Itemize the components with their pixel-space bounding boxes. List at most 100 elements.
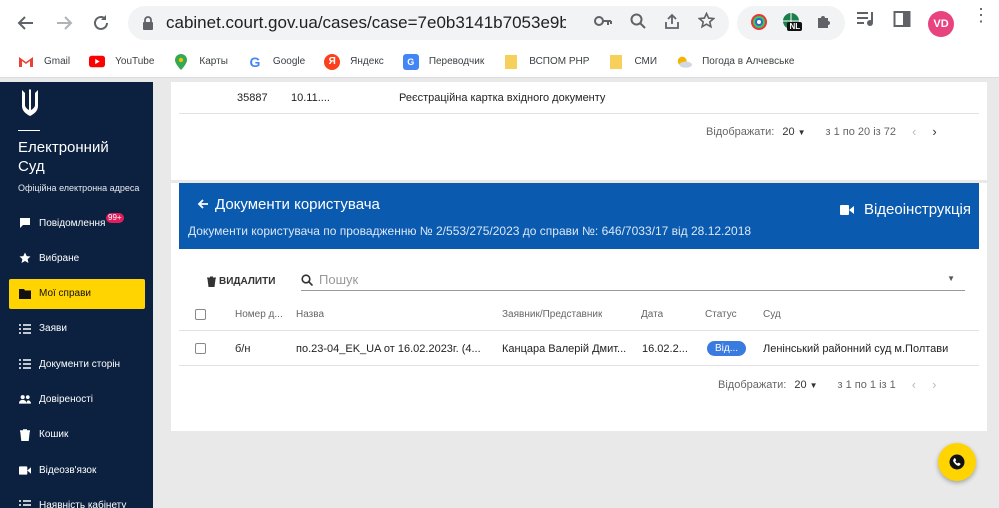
trash-icon <box>19 429 31 441</box>
call-button[interactable] <box>938 443 976 481</box>
delete-label: ВИДАЛИТИ <box>219 275 276 287</box>
brand-title-line: Суд <box>18 158 45 175</box>
sidebar-item-label: Наявність кабінету <box>39 499 127 508</box>
sidebar-item-notifications[interactable]: Повідомлення 99+ <box>9 208 145 238</box>
gmail-icon <box>18 54 34 70</box>
forward-icon[interactable] <box>48 7 80 39</box>
share-icon[interactable] <box>664 13 680 34</box>
incoming-documents-card: 35887 10.11.... Реєстраційна картка вхід… <box>171 82 987 180</box>
key-icon[interactable] <box>594 14 612 32</box>
sidebar-item-powers-of-attorney[interactable]: Довіреності <box>9 384 145 414</box>
column-date[interactable]: Дата <box>641 299 663 330</box>
folder-icon <box>503 54 519 70</box>
row-checkbox[interactable] <box>195 332 206 365</box>
table-header: Номер д... Назва Заявник/Представник Дат… <box>179 299 979 331</box>
row-date: 10.11.... <box>291 91 330 104</box>
per-page-select[interactable]: 20 ▼ <box>782 126 805 138</box>
video-instruction-button[interactable]: Відеоінструкція <box>839 201 971 218</box>
menu-icon[interactable]: ⋮ <box>972 6 990 24</box>
column-number[interactable]: Номер д... <box>235 299 283 330</box>
sidebar-item-trash[interactable]: Кошик <box>9 420 145 450</box>
search-icon <box>301 273 313 286</box>
sidebar-item-label: Заяви <box>39 323 67 335</box>
sidebar-item-favorites[interactable]: Вибране <box>9 243 145 273</box>
column-court[interactable]: Суд <box>763 299 781 330</box>
column-applicant[interactable]: Заявник/Представник <box>502 299 602 330</box>
list-icon <box>19 499 31 508</box>
per-page-select[interactable]: 20 ▼ <box>794 379 817 391</box>
bookmark-weather[interactable]: Погода в Алчевське <box>676 54 794 70</box>
sidebar-item-label: Повідомлення <box>39 217 106 229</box>
select-all-checkbox[interactable] <box>195 299 206 330</box>
column-status[interactable]: Статус <box>705 299 737 330</box>
address-bar[interactable]: cabinet.court.gov.ua/cases/case=7e0b3141… <box>128 6 729 40</box>
cell-date: 16.02.2... <box>642 342 688 355</box>
bookmark-star-icon[interactable] <box>697 11 716 34</box>
bookmark-vspom[interactable]: ВСПОМ PHP <box>503 54 589 70</box>
status-badge[interactable]: Від... <box>707 341 747 356</box>
documents-title-text: Документи користувача <box>215 196 380 213</box>
brand-title[interactable]: Електронний Суд <box>18 138 109 176</box>
search-input[interactable] <box>319 272 919 287</box>
page-range: з 1 по 1 із 1 <box>837 378 896 391</box>
sidebar-item-applications[interactable]: Заяви <box>9 314 145 344</box>
prev-page-icon[interactable]: ‹ <box>912 124 916 139</box>
ext-badge: NL <box>787 21 803 31</box>
documents-toolbar: ВИДАЛИТИ ▼ <box>207 271 965 291</box>
per-page-label: Відображати: <box>706 125 775 138</box>
sidebar-item-label: Кошик <box>39 429 69 441</box>
zoom-icon[interactable] <box>630 13 646 34</box>
media-icon[interactable] <box>856 10 876 33</box>
table-row[interactable]: 35887 10.11.... Реєстраційна картка вхід… <box>179 82 979 114</box>
trident-logo-icon <box>22 89 38 116</box>
table-row[interactable]: б/н по.23-04_EK_UA от 16.02.2023г. (4...… <box>179 332 979 366</box>
phone-icon <box>949 454 965 470</box>
checkbox-icon <box>195 309 206 320</box>
bookmark-google[interactable]: G Google <box>247 54 305 70</box>
back-icon[interactable] <box>10 7 42 39</box>
sidebar-item-my-cases[interactable]: Мої справи <box>9 278 145 309</box>
profile-avatar[interactable]: VD <box>928 11 954 37</box>
folder-icon <box>19 288 31 300</box>
extensions-puzzle-icon[interactable] <box>815 13 832 33</box>
url-text[interactable]: cabinet.court.gov.ua/cases/case=7e0b3141… <box>166 13 566 33</box>
pagination: Відображати: 20 ▼ з 1 по 1 із 1 ‹ › <box>718 377 936 392</box>
google-icon: G <box>249 53 261 70</box>
side-panel-icon[interactable] <box>893 10 911 33</box>
cell-name[interactable]: по.23-04_EK_UA от 16.02.2023г. (4... <box>296 332 496 365</box>
bookmark-label: Карты <box>199 56 228 67</box>
folder-icon <box>608 54 624 70</box>
bookmark-gmail[interactable]: Gmail <box>18 54 70 70</box>
video-icon <box>19 464 31 476</box>
sidebar-item-video-call[interactable]: Відеозв'язок <box>9 455 145 485</box>
bookmark-label: Gmail <box>44 56 71 67</box>
color-extension-icon[interactable] <box>750 13 768 34</box>
lock-icon <box>143 16 153 30</box>
bookmark-smi[interactable]: СМИ <box>608 54 657 70</box>
bookmark-label: Переводчик <box>428 56 485 67</box>
search-field: ▼ <box>301 269 965 291</box>
prev-page-icon[interactable]: ‹ <box>912 377 916 392</box>
bookmark-translate[interactable]: G Переводчик <box>402 53 485 70</box>
bookmark-yandex[interactable]: Я Яндекс <box>324 53 384 70</box>
caret-down-icon[interactable]: ▼ <box>947 274 955 283</box>
vpn-extension-icon[interactable]: NL <box>781 12 803 35</box>
cell-number: б/н <box>235 342 251 355</box>
sidebar-item-label: Відеозв'язок <box>39 464 97 476</box>
sidebar: Електронний Суд Офіційна електронна адре… <box>0 82 153 508</box>
delete-button[interactable]: ВИДАЛИТИ <box>207 276 275 287</box>
sidebar-item-cabinet-availability[interactable]: Наявність кабінету <box>9 490 145 508</box>
column-name[interactable]: Назва <box>296 299 324 330</box>
bookmark-label: YouTube <box>115 56 155 67</box>
sidebar-item-party-documents[interactable]: Документи сторін <box>9 349 145 379</box>
reload-icon[interactable] <box>85 7 117 39</box>
next-page-icon[interactable]: › <box>932 124 936 139</box>
list-icon <box>19 358 31 370</box>
documents-title[interactable]: Документи користувача <box>197 196 380 214</box>
bookmark-maps[interactable]: Карты <box>173 53 228 70</box>
next-page-icon[interactable]: › <box>932 377 936 392</box>
yandex-icon: Я <box>324 53 341 70</box>
per-page-value: 20 <box>794 378 807 391</box>
bookmark-youtube[interactable]: YouTube <box>89 54 154 70</box>
back-arrow-icon[interactable] <box>197 197 209 214</box>
